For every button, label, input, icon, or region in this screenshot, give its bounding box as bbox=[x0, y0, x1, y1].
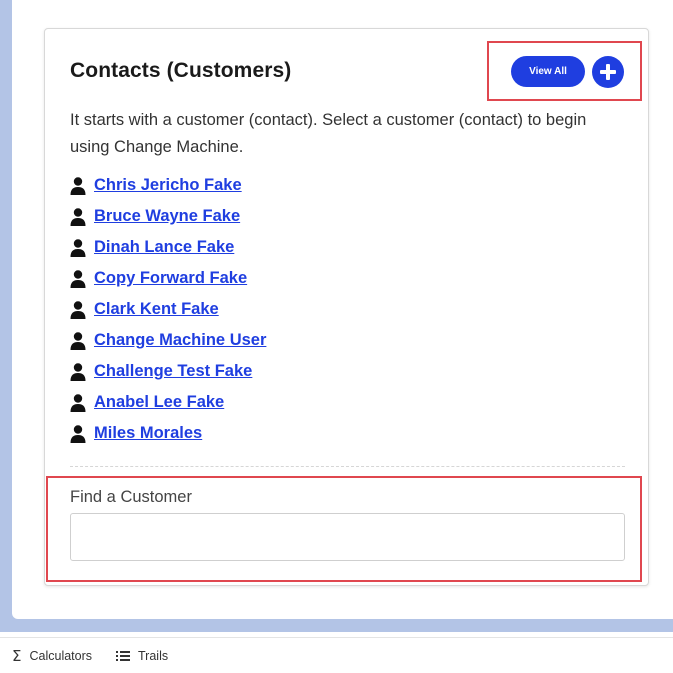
person-icon bbox=[70, 393, 86, 412]
list-icon bbox=[116, 650, 131, 662]
contact-link[interactable]: Bruce Wayne Fake bbox=[94, 207, 240, 226]
contact-link[interactable]: Dinah Lance Fake bbox=[94, 238, 234, 257]
contact-link[interactable]: Clark Kent Fake bbox=[94, 300, 219, 319]
plus-icon bbox=[600, 64, 616, 80]
person-icon bbox=[70, 207, 86, 226]
list-item: Copy Forward Fake bbox=[70, 263, 266, 294]
person-icon bbox=[70, 331, 86, 350]
person-icon bbox=[70, 269, 86, 288]
trails-label: Trails bbox=[138, 648, 169, 663]
calculators-label: Calculators bbox=[29, 648, 93, 663]
list-item: Clark Kent Fake bbox=[70, 294, 266, 325]
contact-link[interactable]: Challenge Test Fake bbox=[94, 362, 252, 381]
contact-link[interactable]: Change Machine User bbox=[94, 331, 266, 350]
add-contact-button[interactable] bbox=[592, 56, 624, 88]
person-icon bbox=[70, 300, 86, 319]
person-icon bbox=[70, 238, 86, 257]
contacts-card: Contacts (Customers) View All It starts … bbox=[44, 28, 649, 586]
view-all-button[interactable]: View All bbox=[511, 56, 585, 87]
intro-text: It starts with a customer (contact). Sel… bbox=[70, 111, 587, 156]
bottom-toolbar: Σ Calculators Trails bbox=[0, 637, 673, 673]
sigma-icon: Σ bbox=[12, 646, 22, 665]
contact-link[interactable]: Miles Morales bbox=[94, 424, 202, 443]
divider bbox=[70, 466, 625, 467]
find-customer-input[interactable] bbox=[70, 513, 625, 561]
contact-list: Chris Jericho Fake Bruce Wayne Fake Dina… bbox=[70, 170, 266, 449]
list-item: Change Machine User bbox=[70, 325, 266, 356]
list-item: Miles Morales bbox=[70, 418, 266, 449]
list-item: Anabel Lee Fake bbox=[70, 387, 266, 418]
calculators-button[interactable]: Σ Calculators bbox=[12, 647, 92, 665]
contact-link[interactable]: Chris Jericho Fake bbox=[94, 176, 242, 195]
trails-button[interactable]: Trails bbox=[116, 649, 168, 663]
person-icon bbox=[70, 362, 86, 381]
person-icon bbox=[70, 176, 86, 195]
card-title: Contacts (Customers) bbox=[70, 59, 292, 82]
list-item: Dinah Lance Fake bbox=[70, 232, 266, 263]
contact-link[interactable]: Copy Forward Fake bbox=[94, 269, 247, 288]
find-customer-label: Find a Customer bbox=[70, 488, 192, 506]
list-item: Bruce Wayne Fake bbox=[70, 201, 266, 232]
list-item: Chris Jericho Fake bbox=[70, 170, 266, 201]
contact-link[interactable]: Anabel Lee Fake bbox=[94, 393, 224, 412]
list-item: Challenge Test Fake bbox=[70, 356, 266, 387]
person-icon bbox=[70, 424, 86, 443]
